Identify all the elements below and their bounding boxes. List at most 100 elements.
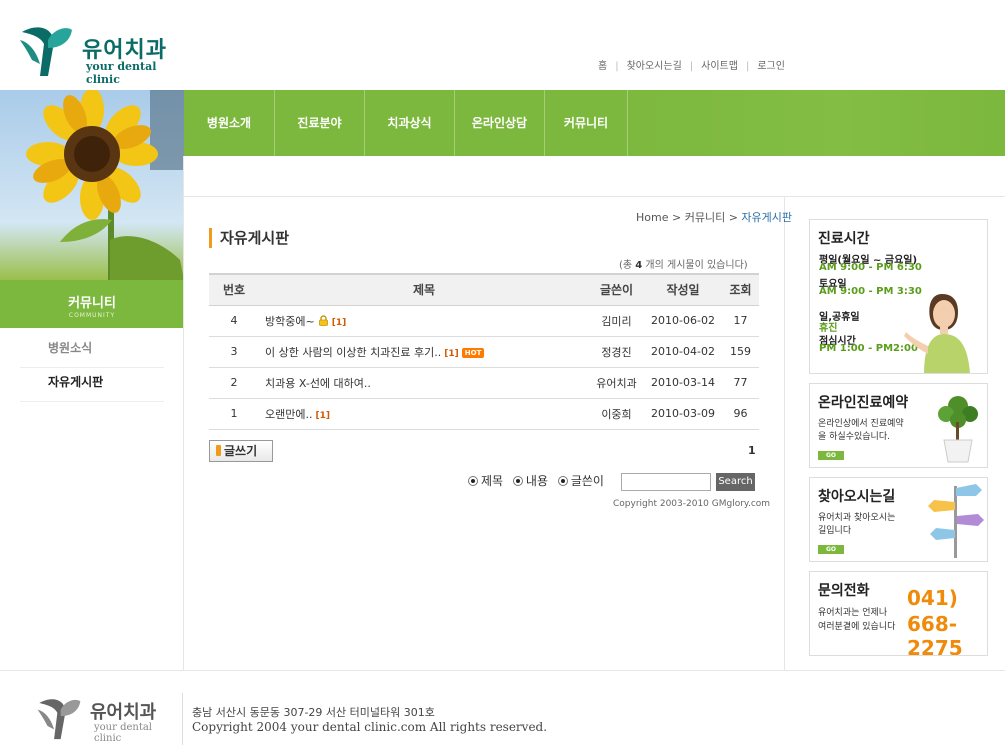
row-title[interactable]: 방학중에~ xyxy=(265,315,315,328)
hours-title: 진료시간 xyxy=(818,231,870,247)
phone-box: 문의전화 유어치과는 언제나 여러분곁에 있습니다 041) 668-2275 xyxy=(809,571,988,656)
breadcrumb-sep: > xyxy=(671,211,682,224)
row-title-cell[interactable]: 오랜만에.. [1] xyxy=(259,398,589,430)
phone-desc-1: 유어치과는 언제나 xyxy=(818,608,888,618)
comment-count: [1] xyxy=(315,410,330,421)
section-header: 커뮤니티 COMMUNITY xyxy=(0,280,184,328)
board-table: 번호 제목 글쓴이 작성일 조회 4 방학중에~ [1] 김미리 2010-06-… xyxy=(209,273,759,430)
reservation-box[interactable]: 온라인진료예약 온라인상에서 진료예약 을 하실수있습니다. GO xyxy=(809,383,988,468)
col-title: 제목 xyxy=(259,273,589,306)
col-author: 글쓴이 xyxy=(589,273,644,306)
pagination-page[interactable]: 1 xyxy=(748,444,756,457)
row-title[interactable]: 오랜만에.. xyxy=(265,408,312,421)
footer-name-ko: 유어치과 xyxy=(90,702,157,723)
post-count-prefix: (총 xyxy=(619,260,636,271)
row-date: 2010-06-02 xyxy=(644,305,722,337)
write-button-label: 글쓰기 xyxy=(224,444,258,458)
col-views: 조회 xyxy=(722,273,759,306)
post-count: (총 4 개의 게시물이 있습니다) xyxy=(619,256,748,271)
phone-title: 문의전화 xyxy=(818,583,870,599)
search-option-title[interactable]: 제목 xyxy=(468,472,503,489)
footer-logo: 유어치과 your dental clinic xyxy=(36,692,176,744)
directions-desc-2: 길입니다 xyxy=(818,526,852,536)
breadcrumb: Home > 커뮤니티 > 자유게시판 xyxy=(636,209,792,225)
directions-box[interactable]: 찾아오시는길 유어치과 찾아오시는 길입니다 GO xyxy=(809,477,988,562)
table-row[interactable]: 2 치과용 X-선에 대하여.. 유어치과 2010-03-14 77 xyxy=(209,367,759,399)
row-author[interactable]: 김미리 xyxy=(589,305,644,337)
footer-address: 충남 서산시 동문동 307-29 서산 터미널타워 301호 xyxy=(192,706,435,719)
sub-menu-news[interactable]: 병원소식 xyxy=(20,334,164,368)
search-option-content[interactable]: 내용 xyxy=(512,472,548,489)
comment-count: [1] xyxy=(444,348,459,359)
hours-weekday-time: AM 9:00 - PM 6:30 xyxy=(819,262,922,273)
divider xyxy=(182,693,183,745)
footer-copyright: Copyright 2004 your dental clinic.com Al… xyxy=(192,720,548,734)
board-copyright: Copyright 2003-2010 GMglory.com xyxy=(613,499,771,509)
search-option-author[interactable]: 글쓴이 xyxy=(557,472,604,489)
breadcrumb-sep: > xyxy=(728,211,738,224)
row-title-cell[interactable]: 치과용 X-선에 대하여.. xyxy=(259,367,589,399)
directions-go-button[interactable]: GO xyxy=(818,545,844,554)
nav-dental-info[interactable]: 치과상식 xyxy=(365,90,455,156)
footer-logo-leaf-icon xyxy=(37,699,81,740)
reservation-desc-2: 을 하실수있습니다. xyxy=(818,432,890,442)
row-views: 17 xyxy=(722,305,759,337)
phone-area-code: 041) xyxy=(907,586,958,610)
breadcrumb-current: 자유게시판 xyxy=(741,211,793,224)
hot-badge: HOT xyxy=(461,347,485,358)
row-author[interactable]: 정경진 xyxy=(589,336,644,368)
phone-number: 668-2275 xyxy=(907,612,963,656)
plant-image xyxy=(938,396,978,463)
table-row[interactable]: 3 이 상한 사람의 이상한 치과진료 후기.. [1] HOT 정경진 2010-… xyxy=(209,336,759,368)
table-row[interactable]: 1 오랜만에.. [1] 이중희 2010-03-09 96 xyxy=(209,398,759,430)
search-bar: 제목 내용 글쓴이 Search xyxy=(468,472,755,492)
breadcrumb-community[interactable]: 커뮤니티 xyxy=(685,211,725,224)
divider: | xyxy=(615,61,619,72)
logo[interactable]: 유어치과 your dental clinic xyxy=(18,20,188,86)
row-title[interactable]: 이 상한 사람의 이상한 치과진료 후기.. xyxy=(265,346,441,359)
sub-menu-free-board[interactable]: 자유게시판 xyxy=(20,368,164,402)
row-date: 2010-03-09 xyxy=(644,398,722,430)
row-no: 4 xyxy=(209,305,259,337)
sunflower-image xyxy=(0,90,184,280)
row-views: 96 xyxy=(722,398,759,430)
row-views: 159 xyxy=(722,336,759,368)
top-nav-login[interactable]: 로그인 xyxy=(757,61,785,72)
page-title: 자유게시판 xyxy=(209,228,289,248)
top-nav-home[interactable]: 홈 xyxy=(598,61,607,72)
radio-icon xyxy=(468,476,478,486)
row-date: 2010-04-02 xyxy=(644,336,722,368)
row-no: 2 xyxy=(209,367,259,399)
top-nav-directions[interactable]: 찾아오시는길 xyxy=(627,61,682,72)
divider xyxy=(784,197,785,670)
nav-community[interactable]: 커뮤니티 xyxy=(545,90,628,156)
radio-icon xyxy=(557,476,568,486)
row-no: 3 xyxy=(209,336,259,368)
search-input[interactable] xyxy=(621,473,711,491)
row-author[interactable]: 이중희 xyxy=(589,398,644,430)
row-title-cell[interactable]: 방학중에~ [1] xyxy=(259,305,589,337)
search-button[interactable]: Search xyxy=(716,473,755,491)
row-no: 1 xyxy=(209,398,259,430)
logo-leaf-icon xyxy=(20,27,72,76)
top-nav-sitemap[interactable]: 사이트맵 xyxy=(701,61,738,72)
section-subtitle: COMMUNITY xyxy=(68,312,116,319)
nav-consult[interactable]: 온라인상담 xyxy=(455,90,545,156)
row-title[interactable]: 치과용 X-선에 대하여.. xyxy=(265,377,371,390)
search-option-label: 글쓴이 xyxy=(570,474,604,488)
nav-about[interactable]: 병원소개 xyxy=(184,90,275,156)
row-author[interactable]: 유어치과 xyxy=(589,367,644,399)
table-row[interactable]: 4 방학중에~ [1] 김미리 2010-06-02 17 xyxy=(209,305,759,337)
write-button[interactable]: 글쓰기 xyxy=(209,440,273,462)
logo-name-en: your dental clinic xyxy=(86,60,157,86)
breadcrumb-home[interactable]: Home xyxy=(636,211,668,224)
radio-icon xyxy=(512,476,523,486)
nav-treatment[interactable]: 진료분야 xyxy=(275,90,365,156)
row-title-cell[interactable]: 이 상한 사람의 이상한 치과진료 후기.. [1] HOT xyxy=(259,336,589,368)
top-nav: 홈 | 찾아오시는길 | 사이트맵 | 로그인 xyxy=(598,57,785,72)
doctor-image xyxy=(904,294,970,373)
reservation-go-button[interactable]: GO xyxy=(818,451,844,460)
directions-desc-1: 유어치과 찾아오시는 xyxy=(818,513,896,523)
post-count-suffix: 개의 게시물이 있습니다) xyxy=(642,260,748,271)
search-option-label: 제목 xyxy=(481,474,504,488)
